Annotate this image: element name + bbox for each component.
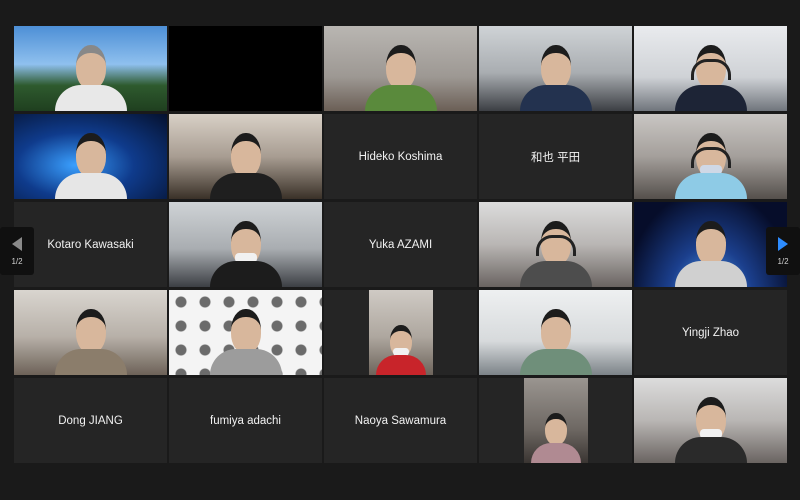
video-gallery: Hideko Koshima 和也 平田 Kotaro Kawasaki Yuk… [14, 26, 787, 463]
participant-video [671, 127, 751, 199]
portrait-video [523, 378, 588, 463]
video-tile[interactable] [634, 26, 787, 111]
participant-video [671, 215, 751, 287]
video-tile-kotaro-kawasaki[interactable]: Kotaro Kawasaki [14, 202, 167, 287]
video-tile[interactable] [14, 114, 167, 199]
video-tile[interactable] [479, 202, 632, 287]
chevron-left-icon [12, 236, 22, 251]
participant-video [51, 127, 131, 199]
video-tile[interactable] [479, 378, 632, 463]
participant-video [206, 127, 286, 199]
video-tile-blank[interactable] [169, 26, 322, 111]
participant-video [528, 407, 584, 463]
chevron-right-icon [778, 236, 788, 251]
page-indicator: 1/2 [777, 256, 789, 266]
video-tile-yuka-azami[interactable]: Yuka AZAMI [324, 202, 477, 287]
participant-name: Yuka AZAMI [368, 238, 433, 251]
participant-video [51, 303, 131, 375]
participant-name: Kotaro Kawasaki [47, 238, 134, 251]
video-tile[interactable] [479, 26, 632, 111]
video-tile[interactable] [634, 202, 787, 287]
participant-name: Dong JIANG [58, 414, 123, 427]
previous-page-button[interactable]: 1/2 [0, 227, 34, 275]
participant-video [671, 39, 751, 111]
video-tile[interactable] [14, 26, 167, 111]
video-tile[interactable] [634, 114, 787, 199]
video-tile[interactable] [324, 290, 477, 375]
participant-video [373, 319, 429, 375]
video-tile-hideko-koshima[interactable]: Hideko Koshima [324, 114, 477, 199]
video-tile-fumiya-adachi[interactable]: fumiya adachi [169, 378, 322, 463]
video-tile-yingji-zhao[interactable]: Yingji Zhao [634, 290, 787, 375]
participant-name: Naoya Sawamura [354, 414, 447, 427]
video-tile-dong-jiang[interactable]: Dong JIANG [14, 378, 167, 463]
participant-name: fumiya adachi [210, 414, 281, 427]
portrait-video [368, 290, 433, 375]
page-indicator: 1/2 [11, 256, 23, 266]
video-tile[interactable] [14, 290, 167, 375]
video-tile[interactable] [479, 290, 632, 375]
video-tile[interactable] [169, 202, 322, 287]
video-tile[interactable] [169, 114, 322, 199]
next-page-button[interactable]: 1/2 [766, 227, 800, 275]
participant-video [516, 39, 596, 111]
participant-video [671, 391, 751, 463]
participant-video [516, 215, 596, 287]
participant-video [516, 303, 596, 375]
video-tile[interactable] [169, 290, 322, 375]
participant-name: Hideko Koshima [358, 150, 443, 163]
video-tile-kazuya-hirata[interactable]: 和也 平田 [479, 114, 632, 199]
participant-name: 和也 平田 [530, 151, 581, 164]
participant-video [51, 39, 131, 111]
video-tile[interactable] [324, 26, 477, 111]
participant-video [206, 215, 286, 287]
participant-video [206, 303, 286, 375]
video-tile-naoya-sawamura[interactable]: Naoya Sawamura [324, 378, 477, 463]
video-tile[interactable] [634, 378, 787, 463]
participant-name: Yingji Zhao [681, 326, 740, 339]
participant-video [361, 39, 441, 111]
